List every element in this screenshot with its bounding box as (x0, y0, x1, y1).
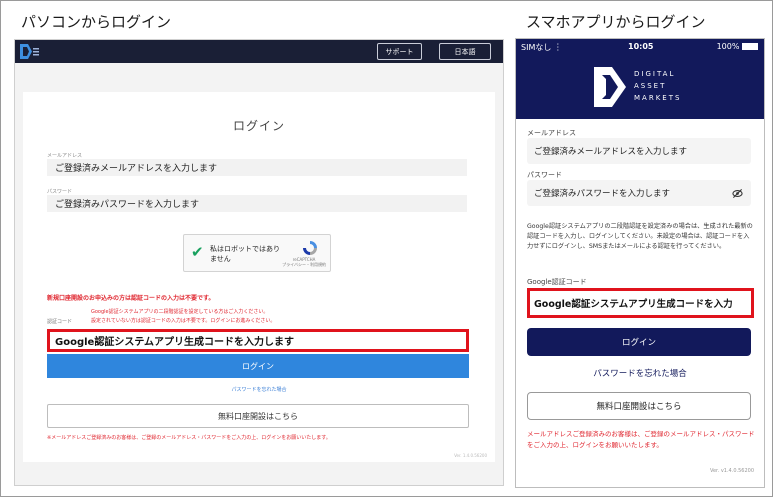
two-factor-info: Google認証システムアプリの二段階認証を設定済みの場合は、生成された最新の認… (527, 223, 753, 250)
footer-note: ※メールアドレスご登録済みのお客様は、ご登録のメールアドレス・パスワードをご入力… (47, 435, 331, 441)
password-field[interactable]: ご登録済みパスワードを入力します (527, 180, 751, 206)
recaptcha-icon (303, 241, 317, 255)
clock: 10:05 (628, 42, 654, 51)
code-label: Google認証コード (527, 278, 587, 286)
battery-icon (742, 43, 758, 50)
pc-header: サポート 日本語 (15, 40, 503, 63)
language-button[interactable]: 日本語 (439, 43, 491, 60)
carrier-status: SIMなし ︙ (521, 42, 562, 53)
new-account-notice: 新規口座開設のお申込みの方は認証コードの入力は不要です。 (47, 295, 215, 302)
email-label: メールアドレス (47, 153, 83, 159)
open-account-button[interactable]: 無料口座開設はこちら (527, 392, 751, 420)
pc-login-screenshot: サポート 日本語 ログイン メールアドレス ご登録済みメールアドレスを入力します… (14, 39, 504, 486)
login-button[interactable]: ログイン (527, 328, 751, 356)
sp-header: SIMなし ︙ 10:05 100% DIGITAL ASSET MARKETS (516, 39, 764, 119)
forgot-password-link[interactable]: パスワードを忘れた場合 (23, 386, 495, 393)
wifi-icon: ︙ (553, 43, 562, 52)
carrier-label: SIMなし (521, 43, 552, 52)
two-factor-notice: Google認証システムアプリの二段階認証を設定している方はご入力ください。 設… (91, 308, 275, 326)
checkmark-icon[interactable]: ✔ (191, 243, 204, 261)
pc-login-card: ログイン メールアドレス ご登録済みメールアドレスを入力します パスワード ご登… (23, 92, 495, 462)
brand-line-markets: MARKETS (634, 94, 682, 102)
battery-status: 100% (717, 42, 758, 51)
brand-line-digital: DIGITAL (634, 70, 676, 78)
version-label: Ver. 1.4.0.56200 (454, 453, 487, 458)
open-account-button[interactable]: 無料口座開設はこちら (47, 404, 469, 428)
recaptcha-links[interactable]: プライバシー・利用規約 (282, 262, 326, 268)
forgot-password-link[interactable]: パスワードを忘れた場合 (516, 367, 764, 379)
footer-note: メールアドレスご登録済みのお客様は、ご登録のメールアドレス・パスワードをご入力の… (527, 430, 755, 449)
auth-code-input[interactable]: Google認証システムアプリ生成コードを入力します (47, 329, 469, 352)
recaptcha-widget[interactable]: ✔ 私はロボットではありません reCAPTCHA プライバシー・利用規約 (183, 234, 331, 272)
recaptcha-label: 私はロボットではありません (210, 245, 280, 263)
sp-section-title: スマホアプリからログイン (526, 13, 706, 31)
pc-section-title: パソコンからログイン (21, 13, 172, 31)
code-label: 認証コード (47, 319, 73, 325)
password-input[interactable]: ご登録済みパスワードを入力します (47, 195, 467, 212)
login-button[interactable]: ログイン (47, 354, 469, 378)
dam-logo-icon[interactable] (18, 43, 42, 60)
support-button[interactable]: サポート (377, 43, 422, 60)
password-label: パスワード (47, 189, 73, 195)
two-factor-set-notice: Google認証システムアプリの二段階認証を設定している方はご入力ください。 (91, 309, 269, 315)
brand-line-asset: ASSET (634, 82, 667, 90)
email-input[interactable]: ご登録済みメールアドレスを入力します (47, 159, 467, 176)
email-input[interactable]: ご登録済みメールアドレスを入力します (527, 138, 751, 164)
eye-slash-icon[interactable] (732, 188, 743, 199)
sp-login-screenshot: SIMなし ︙ 10:05 100% DIGITAL ASSET MARKETS… (515, 38, 765, 488)
brand-name: DIGITAL ASSET MARKETS (634, 68, 681, 104)
email-label: メールアドレス (527, 129, 576, 137)
recaptcha-brand: reCAPTCHA プライバシー・利用規約 (282, 257, 326, 268)
password-label: パスワード (527, 171, 562, 179)
auth-code-input[interactable]: Google認証システムアプリ生成コードを入力 (527, 288, 754, 318)
page-title: ログイン (232, 119, 285, 133)
version-label: Ver. v1.4.0.56200 (709, 468, 754, 474)
two-factor-unset-notice: 設定されていない方は認証コードの入力は不要です。ログインにお進みください。 (91, 318, 276, 324)
password-input[interactable]: ご登録済みパスワードを入力します (534, 187, 670, 199)
battery-label: 100% (716, 42, 740, 51)
dam-logo-icon (594, 67, 626, 107)
